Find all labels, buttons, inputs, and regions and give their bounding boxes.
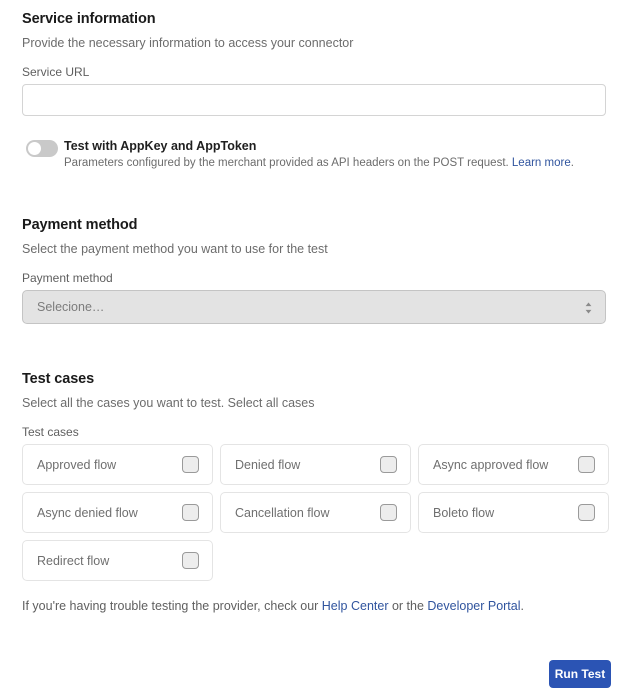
help-text-middle: or the <box>388 599 428 613</box>
test-case-card[interactable]: Async denied flow <box>22 492 213 533</box>
test-case-card[interactable]: Redirect flow <box>22 540 213 581</box>
appkey-apptoken-hint-text: Parameters configured by the merchant pr… <box>64 157 512 169</box>
test-case-label: Async approved flow <box>433 458 549 472</box>
test-connector-form: Service information Provide the necessar… <box>0 0 628 699</box>
service-url-label: Service URL <box>22 65 90 79</box>
help-text-end: . <box>520 599 524 613</box>
test-case-card[interactable]: Denied flow <box>220 444 411 485</box>
help-center-link[interactable]: Help Center <box>322 599 389 613</box>
test-case-label: Boleto flow <box>433 506 495 520</box>
test-case-checkbox[interactable] <box>182 504 199 521</box>
appkey-apptoken-hint-period: . <box>570 157 574 169</box>
test-cases-grid: Approved flow Denied flow Async approved f… <box>22 444 610 581</box>
test-case-label: Redirect flow <box>37 554 110 568</box>
test-case-checkbox[interactable] <box>578 504 595 521</box>
chevron-up-down-icon <box>584 301 593 315</box>
payment-method-description: Select the payment method you want to us… <box>22 242 328 256</box>
test-case-label: Cancellation flow <box>235 506 330 520</box>
test-case-card[interactable]: Cancellation flow <box>220 492 411 533</box>
test-case-checkbox[interactable] <box>380 504 397 521</box>
test-case-checkbox[interactable] <box>578 456 595 473</box>
payment-method-title: Payment method <box>22 217 138 233</box>
test-case-checkbox[interactable] <box>182 456 199 473</box>
test-case-card[interactable]: Async approved flow <box>418 444 609 485</box>
help-text: If you're having trouble testing the pro… <box>22 599 524 613</box>
test-case-label: Approved flow <box>37 458 117 472</box>
learn-more-link[interactable]: Learn more <box>512 157 571 169</box>
payment-method-label: Payment method <box>22 271 113 285</box>
test-case-checkbox[interactable] <box>182 552 199 569</box>
appkey-apptoken-hint: Parameters configured by the merchant pr… <box>64 157 574 169</box>
test-case-card[interactable]: Approved flow <box>22 444 213 485</box>
service-information-title: Service information <box>22 11 156 27</box>
test-cases-title: Test cases <box>22 371 95 387</box>
toggle-knob-icon <box>28 142 41 155</box>
payment-method-selected-value: Selecione… <box>37 300 105 314</box>
test-case-card[interactable]: Boleto flow <box>418 492 609 533</box>
test-case-checkbox[interactable] <box>380 456 397 473</box>
help-text-start: If you're having trouble testing the pro… <box>22 599 322 613</box>
service-information-description: Provide the necessary information to acc… <box>22 36 354 50</box>
service-url-input[interactable] <box>22 84 606 116</box>
run-test-button[interactable]: Run Test <box>549 660 611 688</box>
test-cases-label: Test cases <box>22 425 79 439</box>
test-case-label: Async denied flow <box>37 506 138 520</box>
appkey-apptoken-toggle-label: Test with AppKey and AppToken <box>64 139 257 153</box>
test-case-label: Denied flow <box>235 458 301 472</box>
appkey-apptoken-toggle[interactable] <box>26 140 58 157</box>
developer-portal-link[interactable]: Developer Portal <box>427 599 520 613</box>
payment-method-select[interactable]: Selecione… <box>22 290 606 324</box>
test-cases-description: Select all the cases you want to test. S… <box>22 396 315 410</box>
